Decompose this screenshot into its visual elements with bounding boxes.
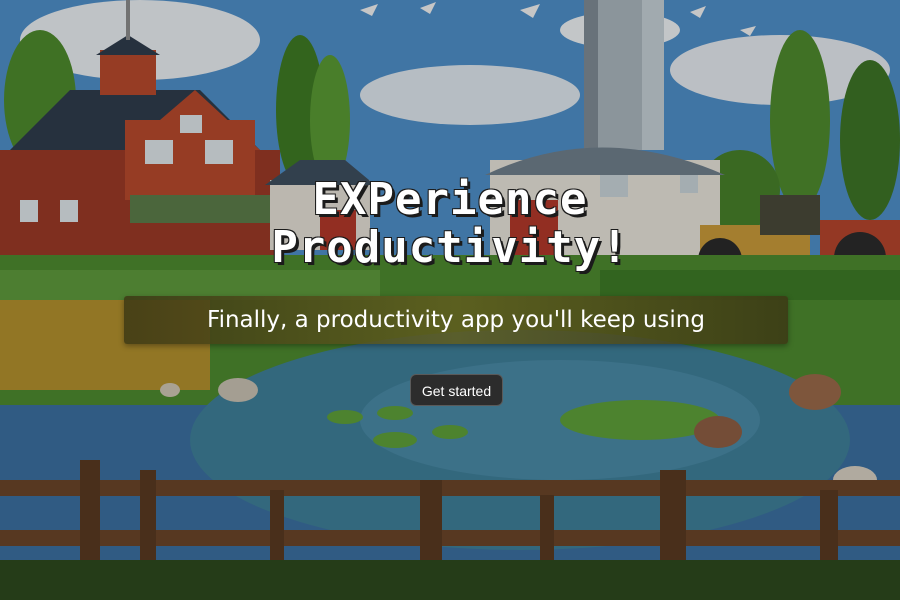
hero-title-line-1: EXPerience (312, 174, 588, 225)
hero-title-line-2: Productivity! (271, 222, 629, 273)
hero-title: EXPerience Productivity! (0, 176, 900, 272)
get-started-button[interactable]: Get started (410, 374, 503, 406)
hero-subtitle: Finally, a productivity app you'll keep … (207, 307, 705, 333)
